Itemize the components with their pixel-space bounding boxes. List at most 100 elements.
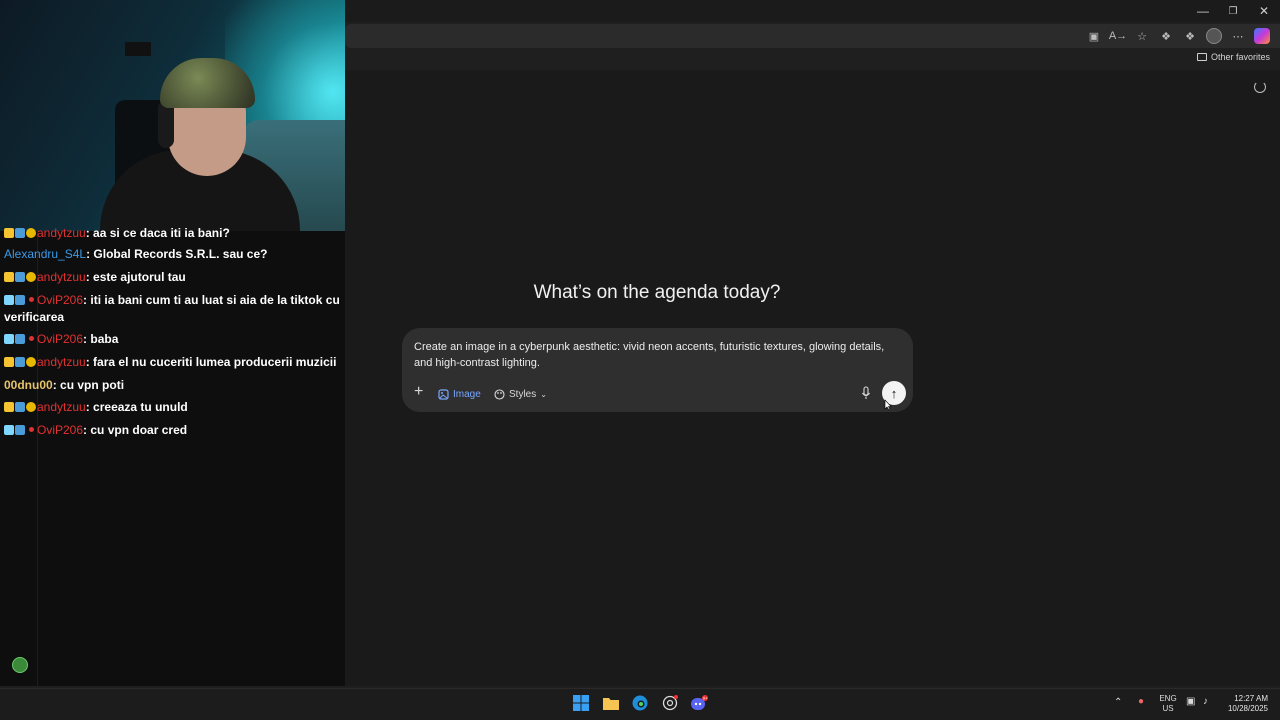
camera-off-icon[interactable]: ▣ bbox=[1086, 28, 1102, 44]
clock-button[interactable]: 12:27 AM 10/28/2025 bbox=[1224, 694, 1268, 714]
discord-icon: 9+ bbox=[691, 695, 708, 710]
clock-date: 10/28/2025 bbox=[1227, 704, 1268, 713]
chat-message: andytzuu: fara el nu cuceriti lumea prod… bbox=[4, 354, 349, 371]
subscriber-badge-icon bbox=[15, 272, 25, 282]
network-icon: ▣ bbox=[1186, 696, 1196, 707]
bits-badge-icon bbox=[26, 272, 36, 282]
chat-separator: : bbox=[85, 270, 94, 284]
speaker-icon: ♪ bbox=[1203, 696, 1208, 707]
close-window-button[interactable]: ✕ bbox=[1249, 2, 1279, 20]
chevron-down-icon: ⌄ bbox=[540, 389, 547, 399]
subscriber-badge-icon bbox=[15, 402, 25, 412]
bits-badge-icon bbox=[26, 228, 36, 238]
discord-button[interactable]: 9+ bbox=[689, 693, 709, 713]
refresh-conversation-icon[interactable] bbox=[1254, 81, 1266, 93]
chat-message: andytzuu: aa si ce daca iti ia bani? bbox=[4, 225, 349, 242]
edge-button[interactable] bbox=[630, 693, 650, 713]
restore-icon: ❐ bbox=[1228, 5, 1238, 17]
show-hidden-icons-button[interactable]: ⌃ bbox=[1114, 698, 1122, 708]
network-button[interactable]: ▣ bbox=[1186, 697, 1195, 707]
chat-username[interactable]: andytzuu bbox=[37, 226, 86, 240]
copilot-icon[interactable] bbox=[1254, 28, 1270, 44]
subscriber-badge-icon bbox=[15, 228, 25, 238]
chat-username[interactable]: andytzuu bbox=[37, 400, 86, 414]
chat-text: cu vpn poti bbox=[60, 378, 125, 392]
chat-text: aa si ce daca iti ia bani? bbox=[93, 226, 230, 240]
mouse-pointer-icon bbox=[884, 398, 892, 411]
mic-tray-button[interactable]: ● bbox=[1138, 697, 1144, 707]
minimize-icon: — bbox=[1197, 4, 1209, 18]
chevron-up-icon: ⌃ bbox=[1114, 697, 1123, 708]
add-attachment-button[interactable]: + bbox=[414, 384, 423, 400]
chat-separator: : bbox=[52, 378, 61, 392]
styles-label: Styles bbox=[509, 388, 537, 400]
crown-badge-icon bbox=[4, 402, 14, 412]
favorites-bar bbox=[345, 50, 1280, 68]
chat-message: OviP206: cu vpn doar cred bbox=[4, 422, 349, 439]
profile-avatar[interactable] bbox=[1206, 28, 1222, 44]
star-icon[interactable]: ☆ bbox=[1134, 28, 1150, 44]
windows-start-icon bbox=[573, 695, 589, 711]
subscriber-badge-icon bbox=[15, 425, 25, 435]
sword-badge-icon bbox=[4, 425, 14, 435]
chat-username[interactable]: OviP206 bbox=[37, 423, 83, 437]
folder-icon bbox=[1196, 53, 1207, 61]
discord-badge: 9+ bbox=[703, 696, 708, 701]
chat-username[interactable]: andytzuu bbox=[37, 270, 86, 284]
start-button[interactable] bbox=[571, 693, 591, 713]
more-icon[interactable]: ⋯ bbox=[1230, 28, 1246, 44]
page-title: What’s on the agenda today? bbox=[533, 282, 781, 303]
sword-badge-icon bbox=[4, 295, 14, 305]
collections-icon[interactable]: ❖ bbox=[1182, 28, 1198, 44]
chat-separator: : bbox=[85, 355, 94, 369]
chat-text: creeaza tu unuld bbox=[93, 400, 188, 414]
volume-button[interactable]: ♪ bbox=[1203, 697, 1208, 707]
chat-text: cu vpn doar cred bbox=[90, 423, 188, 437]
chat-message: OviP206: iti ia bani cum ti au luat si a… bbox=[4, 292, 349, 326]
restore-button[interactable]: ❐ bbox=[1218, 2, 1248, 20]
plus-icon: + bbox=[414, 383, 424, 400]
chat-separator: : bbox=[85, 400, 94, 414]
sword-badge-icon bbox=[4, 334, 14, 344]
clock-time: 12:27 AM bbox=[1234, 694, 1268, 703]
wall-decoration bbox=[125, 42, 151, 56]
chat-message: 00dnu00: cu vpn poti bbox=[4, 377, 349, 394]
chat-text: Global Records S.R.L. sau ce? bbox=[93, 247, 268, 261]
image-mode-chip[interactable]: Image bbox=[438, 386, 481, 402]
webcam-overlay bbox=[0, 0, 345, 231]
microphone-icon bbox=[862, 386, 870, 399]
chat-message: Alexandru_S4L: Global Records S.R.L. sau… bbox=[4, 246, 349, 263]
read-aloud-icon[interactable]: A→ bbox=[1109, 28, 1127, 44]
chat-separator: : bbox=[85, 226, 94, 240]
file-explorer-button[interactable] bbox=[601, 693, 621, 713]
extensions-icon[interactable]: ❖ bbox=[1158, 28, 1174, 44]
chatgpt-button[interactable] bbox=[660, 693, 680, 713]
language-indicator[interactable]: ENG US bbox=[1157, 694, 1179, 714]
chat-message: andytzuu: creeaza tu unuld bbox=[4, 399, 349, 416]
chat-message: OviP206: baba bbox=[4, 331, 349, 348]
address-bar-actions: ▣ A→ ☆ ❖ ❖ ⋯ bbox=[1086, 28, 1270, 44]
microphone-tray-icon: ● bbox=[1138, 696, 1145, 707]
chat-username[interactable]: OviP206 bbox=[37, 293, 83, 307]
minimize-button[interactable]: — bbox=[1188, 2, 1218, 20]
heart-badge-icon bbox=[29, 297, 34, 302]
subscriber-badge-icon bbox=[15, 334, 25, 344]
chat-username[interactable]: Alexandru_S4L bbox=[4, 247, 86, 261]
close-icon: ✕ bbox=[1258, 4, 1270, 18]
styles-dropdown[interactable]: Styles ⌄ bbox=[494, 386, 547, 402]
prompt-input[interactable]: Create an image in a cyberpunk aesthetic… bbox=[414, 339, 904, 371]
file-explorer-icon bbox=[603, 698, 619, 710]
chat-username[interactable]: OviP206 bbox=[37, 332, 83, 346]
other-favorites-button[interactable]: Other favorites bbox=[1196, 52, 1270, 62]
chat-message: andytzuu: este ajutorul tau bbox=[4, 269, 349, 286]
image-icon bbox=[438, 388, 449, 400]
chat-username[interactable]: 00dnu00 bbox=[4, 378, 53, 392]
crown-badge-icon bbox=[4, 272, 14, 282]
subscriber-badge-icon bbox=[15, 295, 25, 305]
chat-bot-icon[interactable] bbox=[12, 657, 28, 673]
chat-text: baba bbox=[90, 332, 119, 346]
region-code: US bbox=[1162, 704, 1174, 713]
microphone-button[interactable] bbox=[861, 386, 871, 400]
chat-text: fara el nu cuceriti lumea producerii muz… bbox=[93, 355, 337, 369]
chat-username[interactable]: andytzuu bbox=[37, 355, 86, 369]
